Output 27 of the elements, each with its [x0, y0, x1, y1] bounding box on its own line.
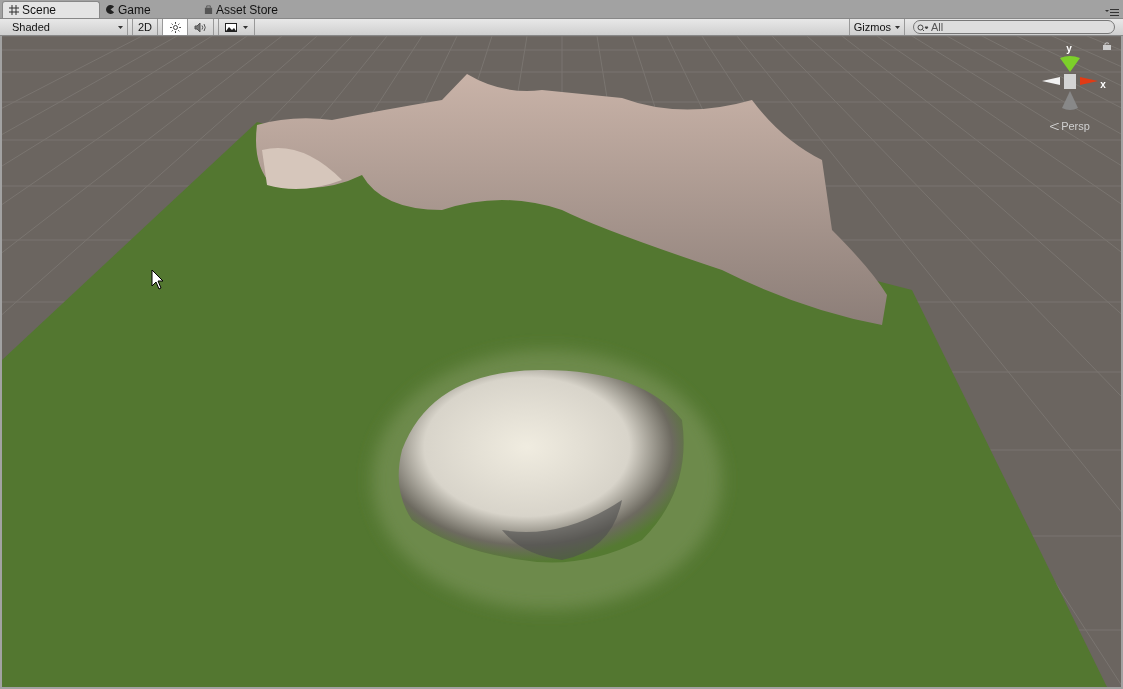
speaker-icon	[194, 21, 208, 33]
y-axis-label: y	[1066, 44, 1072, 54]
gizmos-dropdown[interactable]: Gizmos	[848, 19, 905, 35]
effects-dropdown[interactable]	[218, 19, 256, 35]
menu-icon[interactable]	[1105, 9, 1119, 16]
cursor-icon	[151, 269, 164, 290]
lock-icon[interactable]	[1103, 42, 1111, 50]
image-icon	[225, 22, 238, 32]
pacman-icon	[106, 5, 115, 14]
tab[interactable]: Game	[100, 1, 198, 18]
caret-icon	[243, 25, 249, 29]
lighting-toggle[interactable]	[162, 19, 189, 35]
bag-icon	[204, 5, 213, 14]
caret-icon	[118, 25, 123, 29]
chevron-left-icon	[1050, 122, 1060, 130]
grid-icon	[9, 5, 19, 15]
scene-viewport[interactable]: y x Persp	[0, 36, 1123, 689]
search-icon	[917, 24, 929, 32]
projection-toggle[interactable]: Persp	[1050, 118, 1090, 135]
draw-mode-dropdown[interactable]: Shaded	[0, 19, 128, 35]
caret-icon	[895, 25, 900, 29]
search-field[interactable]: All	[913, 20, 1115, 34]
tab[interactable]: Scene	[2, 1, 100, 18]
x-axis-label: x	[1100, 80, 1106, 90]
sun-icon	[169, 21, 181, 33]
2d-toggle[interactable]: 2D	[132, 19, 159, 35]
tab[interactable]: Asset Store	[198, 1, 296, 18]
